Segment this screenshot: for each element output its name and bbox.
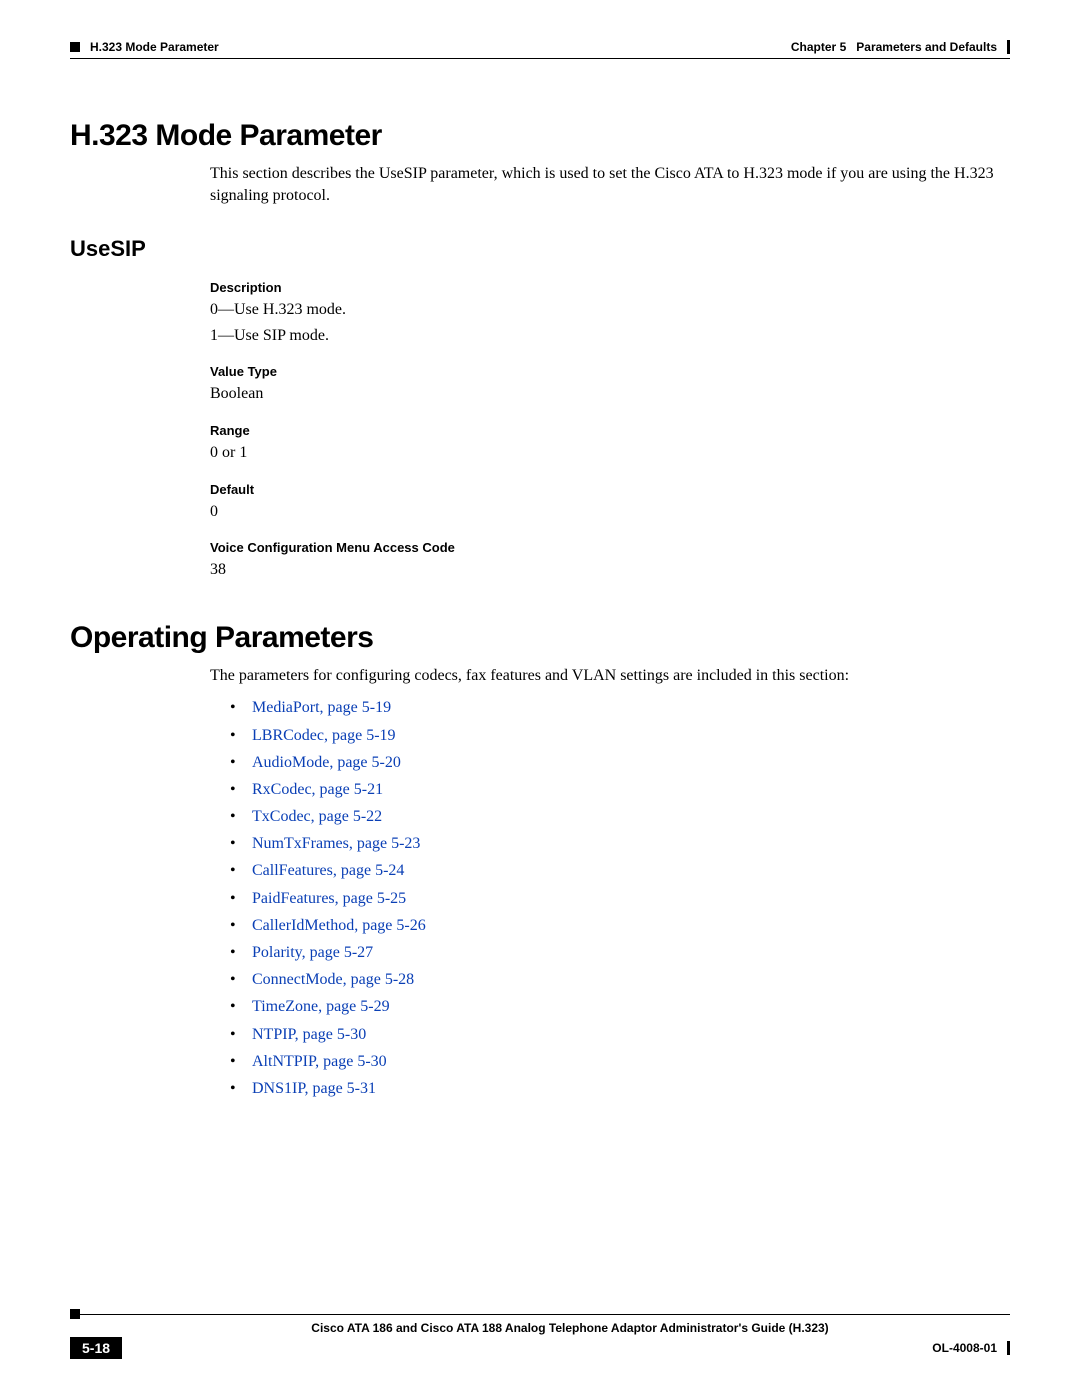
page-footer: Cisco ATA 186 and Cisco ATA 188 Analog T…	[70, 1309, 1010, 1359]
range-value: 0 or 1	[210, 442, 1010, 464]
label-default: Default	[210, 482, 1010, 497]
label-value-type: Value Type	[210, 364, 1010, 379]
footer-rule-row	[70, 1309, 1010, 1319]
list-item: MediaPort, page 5-19	[230, 694, 1010, 721]
heading-operating-parameters: Operating Parameters	[70, 621, 1010, 655]
header-section-name: H.323 Mode Parameter	[90, 40, 219, 54]
header-left: H.323 Mode Parameter	[70, 40, 219, 54]
link-dns1ip[interactable]: DNS1IP, page 5-31	[252, 1080, 376, 1097]
bar-icon	[1007, 1341, 1010, 1355]
list-item: RxCodec, page 5-21	[230, 776, 1010, 803]
doc-code-text: OL-4008-01	[932, 1341, 997, 1355]
label-voice-config-code: Voice Configuration Menu Access Code	[210, 540, 1010, 555]
list-item: AltNTPIP, page 5-30	[230, 1048, 1010, 1075]
list-item: AudioMode, page 5-20	[230, 749, 1010, 776]
link-txcodec[interactable]: TxCodec, page 5-22	[252, 808, 382, 825]
link-callfeatures[interactable]: CallFeatures, page 5-24	[252, 862, 404, 879]
list-item: Polarity, page 5-27	[230, 939, 1010, 966]
link-timezone[interactable]: TimeZone, page 5-29	[252, 998, 390, 1015]
parameter-link-list: MediaPort, page 5-19 LBRCodec, page 5-19…	[230, 694, 1010, 1102]
list-item: NumTxFrames, page 5-23	[230, 830, 1010, 857]
page-header: H.323 Mode Parameter Chapter 5 Parameter…	[70, 40, 1010, 54]
header-right: Chapter 5 Parameters and Defaults	[791, 40, 1010, 54]
list-item: NTPIP, page 5-30	[230, 1021, 1010, 1048]
header-rule	[70, 58, 1010, 59]
link-paidfeatures[interactable]: PaidFeatures, page 5-25	[252, 890, 406, 907]
list-item: CallerIdMethod, page 5-26	[230, 912, 1010, 939]
value-type: Boolean	[210, 383, 1010, 405]
header-chapter-title: Parameters and Defaults	[856, 40, 997, 54]
footer-rule	[80, 1314, 1010, 1315]
link-audiomode[interactable]: AudioMode, page 5-20	[252, 754, 401, 771]
heading-usesip: UseSIP	[70, 236, 1010, 262]
square-icon	[70, 1309, 80, 1319]
usesip-details: Description 0—Use H.323 mode. 1—Use SIP …	[210, 280, 1010, 581]
document-page: H.323 Mode Parameter Chapter 5 Parameter…	[0, 0, 1080, 1397]
link-polarity[interactable]: Polarity, page 5-27	[252, 944, 373, 961]
section1-intro: This section describes the UseSIP parame…	[210, 163, 1010, 206]
header-chapter: Chapter 5	[791, 40, 846, 54]
square-icon	[70, 42, 80, 52]
list-item: ConnectMode, page 5-28	[230, 966, 1010, 993]
footer-bottom-row: 5-18 OL-4008-01	[70, 1337, 1010, 1359]
description-line-1: 0—Use H.323 mode.	[210, 299, 1010, 321]
voice-config-code-value: 38	[210, 559, 1010, 581]
link-numtxframes[interactable]: NumTxFrames, page 5-23	[252, 835, 420, 852]
list-item: TimeZone, page 5-29	[230, 993, 1010, 1020]
heading-h323-mode-parameter: H.323 Mode Parameter	[70, 119, 1010, 153]
label-range: Range	[210, 423, 1010, 438]
section2-intro: The parameters for configuring codecs, f…	[210, 665, 1010, 687]
bar-icon	[1007, 40, 1010, 54]
link-ntpip[interactable]: NTPIP, page 5-30	[252, 1026, 366, 1043]
page-number-badge: 5-18	[70, 1337, 122, 1359]
footer-guide-title: Cisco ATA 186 and Cisco ATA 188 Analog T…	[130, 1321, 1010, 1335]
link-rxcodec[interactable]: RxCodec, page 5-21	[252, 781, 383, 798]
list-item: CallFeatures, page 5-24	[230, 857, 1010, 884]
link-connectmode[interactable]: ConnectMode, page 5-28	[252, 971, 414, 988]
list-item: PaidFeatures, page 5-25	[230, 885, 1010, 912]
label-description: Description	[210, 280, 1010, 295]
link-lbrcodec[interactable]: LBRCodec, page 5-19	[252, 727, 396, 744]
list-item: DNS1IP, page 5-31	[230, 1075, 1010, 1102]
link-mediaport[interactable]: MediaPort, page 5-19	[252, 699, 391, 716]
description-line-2: 1—Use SIP mode.	[210, 325, 1010, 347]
link-altntpip[interactable]: AltNTPIP, page 5-30	[252, 1053, 387, 1070]
list-item: LBRCodec, page 5-19	[230, 722, 1010, 749]
default-value: 0	[210, 501, 1010, 523]
list-item: TxCodec, page 5-22	[230, 803, 1010, 830]
link-calleridmethod[interactable]: CallerIdMethod, page 5-26	[252, 917, 426, 934]
doc-code: OL-4008-01	[932, 1341, 1010, 1355]
